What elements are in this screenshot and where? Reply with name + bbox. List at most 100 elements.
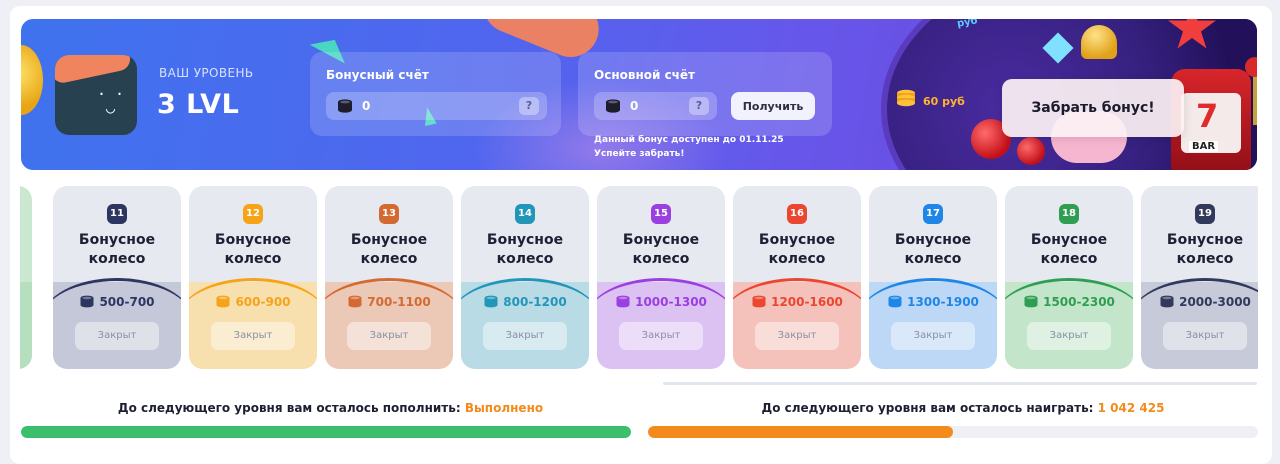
wheel-name-line2: колесо (88, 251, 146, 267)
carousel-scrollbar[interactable] (663, 382, 1257, 385)
wheel-name-line1: Бонусное (894, 232, 972, 248)
wheel-level-badge: 14 (515, 204, 535, 224)
main-account-field: 0 ? (594, 92, 717, 120)
wheel-name: Бонусное колесо (189, 231, 317, 269)
level-value: 3 LVL (157, 89, 240, 120)
wheel-name: Бонусное колесо (461, 231, 589, 269)
wheel-name-line1: Бонусное (1166, 232, 1244, 248)
coins-icon (215, 295, 231, 311)
coins-icon (1023, 295, 1039, 311)
wheel-range: 1000-1300 (597, 295, 725, 311)
smile-face-icon: · · ◡ (97, 85, 125, 117)
wheel-card: 14 Бонусное колесо 800-1200 Закрыт (461, 186, 589, 369)
wheel-card: 17 Бонусное колесо 1300-1900 Закрыт (869, 186, 997, 369)
wheel-prize-label: 60 руб (923, 95, 965, 108)
wheel-name-line2: колесо (360, 251, 418, 267)
wheel-name: Бонусное колесо (1005, 231, 1133, 269)
wheel-closed-button[interactable]: Закрыт (1027, 322, 1111, 350)
wheel-name: Бонусное колесо (733, 231, 861, 269)
wheel-range-value: 1500-2300 (1043, 295, 1115, 309)
wager-progress-label: До следующего уровня вам осталось наигра… (658, 401, 1268, 415)
wheel-closed-button[interactable]: Закрыт (347, 322, 431, 350)
gold-coins-icon (897, 89, 915, 107)
wheel-closed-button[interactable]: Закрыт (891, 322, 975, 350)
bell-icon (1081, 25, 1117, 59)
wheel-range: 500-700 (53, 295, 181, 311)
deposit-progress-label: До следующего уровня вам осталось пополн… (10, 401, 651, 415)
wager-progress-value: 1 042 425 (1097, 401, 1165, 415)
wheel-range-value: 1000-1300 (635, 295, 707, 309)
wheel-card: 13 Бонусное колесо 700-1100 Закрыт (325, 186, 453, 369)
wheel-name-line2: колесо (496, 251, 554, 267)
wheel-card: 11 Бонусное колесо 500-700 Закрыт (53, 186, 181, 369)
wheel-name: Бонусное колесо (869, 231, 997, 269)
wheel-closed-button[interactable]: Закрыт (755, 322, 839, 350)
coins-icon (1159, 295, 1175, 311)
bonus-account-card: Бонусный счёт 0 ? (310, 52, 561, 136)
wager-progress-fill (648, 426, 953, 438)
wheel-name-line1: Бонусное (622, 232, 700, 248)
wheel-closed-button[interactable]: Закрыт (211, 322, 295, 350)
deposit-progress-value: Выполнено (464, 401, 544, 415)
bonus-wheels-carousel[interactable]: 11 Бонусное колесо 500-700 Закрыт 12 Бонусное к… (20, 186, 1258, 369)
wheel-card-partial (20, 186, 32, 369)
wheel-level-badge: 16 (787, 204, 807, 224)
wager-progress-text: До следующего уровня вам осталось наигра… (761, 401, 1094, 415)
coins-icon (338, 99, 352, 113)
wheel-name-line2: колесо (1176, 251, 1234, 267)
coins-icon (347, 295, 363, 311)
wheel-name-line1: Бонусное (1030, 232, 1108, 248)
get-button[interactable]: Получить (731, 92, 815, 120)
deposit-progress-text: До следующего уровня вам осталось пополн… (117, 401, 461, 415)
wheel-name-line2: колесо (768, 251, 826, 267)
wheel-name-line2: колесо (632, 251, 690, 267)
level-banner: · · ◡ ВАШ УРОВЕНЬ 3 LVL Бонусный счёт 0 … (21, 19, 1257, 170)
deposit-progress-bar (21, 426, 631, 438)
wheel-range-value: 500-700 (99, 295, 155, 309)
wheel-range: 2000-3000 (1141, 295, 1258, 311)
wheel-name-line1: Бонусное (350, 232, 428, 248)
wheel-name: Бонусное колесо (1141, 231, 1258, 269)
wheel-range-value: 700-1100 (367, 295, 431, 309)
coins-icon (751, 295, 767, 311)
coins-icon (483, 295, 499, 311)
wheel-closed-button[interactable]: Закрыт (483, 322, 567, 350)
wheel-range: 600-900 (189, 295, 317, 311)
main-account-value: 0 (630, 99, 639, 113)
wheel-card: 16 Бонусное колесо 1200-1600 Закрыт (733, 186, 861, 369)
help-icon[interactable]: ? (519, 97, 539, 115)
avatar: · · ◡ (55, 55, 137, 135)
wheel-closed-button[interactable]: Закрыт (619, 322, 703, 350)
wheel-closed-button[interactable]: Закрыт (1163, 322, 1247, 350)
wheel-name: Бонусное колесо (53, 231, 181, 269)
wheel-range-value: 800-1200 (503, 295, 567, 309)
page-panel: · · ◡ ВАШ УРОВЕНЬ 3 LVL Бонусный счёт 0 … (10, 6, 1272, 464)
wheel-closed-button[interactable]: Закрыт (75, 322, 159, 350)
wheel-range: 1500-2300 (1005, 295, 1133, 311)
wheel-range: 700-1100 (325, 295, 453, 311)
coins-icon (615, 295, 631, 311)
wager-progress-bar (648, 426, 1258, 438)
wheel-card: 18 Бонусное колесо 1500-2300 Закрыт (1005, 186, 1133, 369)
level-label: ВАШ УРОВЕНЬ (159, 66, 254, 80)
wheel-name-line1: Бонусное (758, 232, 836, 248)
help-icon[interactable]: ? (689, 97, 709, 115)
wheel-card-lower (20, 282, 32, 369)
wheel-range: 1200-1600 (733, 295, 861, 311)
wheel-name-line2: колесо (224, 251, 282, 267)
wheel-level-badge: 13 (379, 204, 399, 224)
slot-seven-symbol: 7 (1196, 97, 1219, 135)
bonus-account-field: 0 ? (326, 92, 547, 120)
avatar-cap (55, 55, 133, 85)
wheel-name: Бонусное колесо (597, 231, 725, 269)
wheel-range: 1300-1900 (869, 295, 997, 311)
bonus-account-value: 0 (362, 99, 371, 113)
wheel-name-line2: колесо (1040, 251, 1098, 267)
main-account-title: Основной счёт (594, 68, 696, 82)
wheel-level-badge: 19 (1195, 204, 1215, 224)
coins-icon (606, 99, 620, 113)
claim-bonus-button[interactable]: Забрать бонус! (1002, 79, 1184, 137)
wheel-level-badge: 12 (243, 204, 263, 224)
wheel-range-value: 2000-3000 (1179, 295, 1251, 309)
wheel-card: 12 Бонусное колесо 600-900 Закрыт (189, 186, 317, 369)
